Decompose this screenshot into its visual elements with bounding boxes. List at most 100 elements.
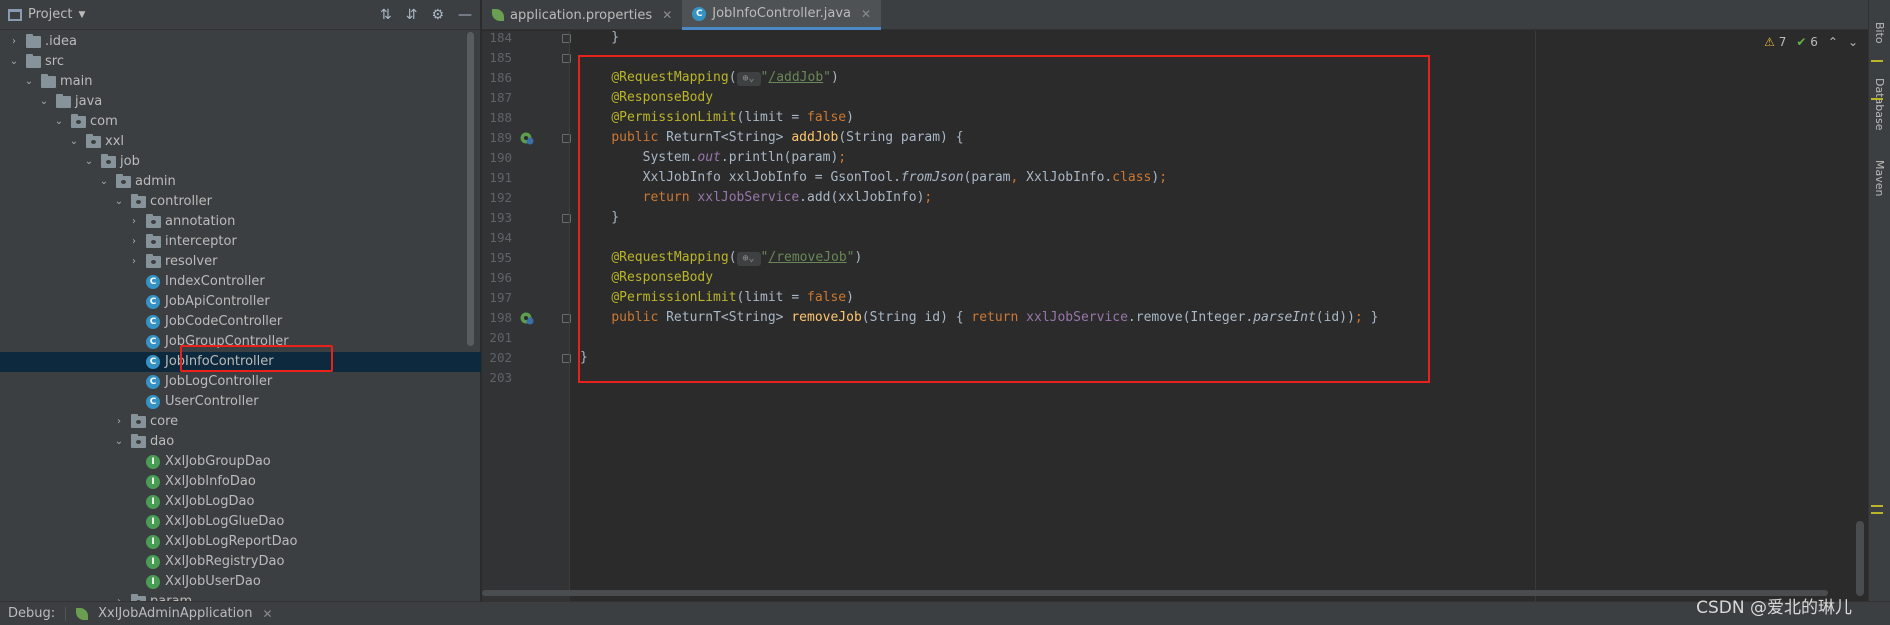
chevron-right-icon[interactable]: › — [128, 212, 140, 232]
line-number: 195 — [489, 250, 512, 265]
chevron-right-icon[interactable]: › — [113, 592, 125, 601]
tree-item-label: XxlJobLogGlueDao — [165, 514, 285, 529]
tree-folder-item[interactable]: › annotation — [0, 212, 481, 232]
tree-file-item[interactable]: C IndexController — [0, 272, 481, 292]
tab-jobinfocontroller[interactable]: C JobInfoController.java ✕ — [682, 0, 882, 30]
tree-folder-item[interactable]: › param — [0, 592, 481, 601]
close-icon[interactable]: ✕ — [662, 8, 672, 22]
expand-all-icon[interactable]: ⇅ — [380, 7, 392, 23]
tree-file-item[interactable]: C UserController — [0, 392, 481, 412]
class-icon: C — [692, 6, 707, 21]
tree-file-item[interactable]: I XxlJobInfoDao — [0, 472, 481, 492]
tree-file-item[interactable]: I XxlJobLogReportDao — [0, 532, 481, 552]
hide-panel-icon[interactable]: — — [458, 7, 472, 23]
error-stripe-mark[interactable] — [1871, 505, 1883, 507]
error-stripe-mark[interactable] — [1871, 60, 1883, 62]
interface-icon: I — [146, 495, 160, 509]
chevron-down-icon[interactable]: ⌄ — [23, 72, 35, 92]
tree-folder-item[interactable]: › resolver — [0, 252, 481, 272]
collapse-all-icon[interactable]: ⇵ — [406, 7, 418, 23]
chevron-down-icon[interactable]: ⌄ — [53, 112, 65, 132]
chevron-down-icon[interactable]: ⌄ — [1848, 35, 1858, 49]
package-icon — [116, 174, 131, 188]
project-view-selector[interactable]: Project ▼ — [8, 7, 85, 22]
tree-file-item[interactable]: I XxlJobLogGlueDao — [0, 512, 481, 532]
tree-file-item[interactable]: C JobLogController — [0, 372, 481, 392]
package-icon — [86, 134, 101, 148]
editor-horizontal-scrollbar[interactable] — [482, 590, 1828, 596]
chevron-down-icon[interactable]: ⌄ — [8, 52, 20, 72]
code-line[interactable]: } — [580, 31, 1868, 48]
tree-folder-item[interactable]: › .idea — [0, 32, 481, 52]
tab-application-properties[interactable]: application.properties ✕ — [482, 0, 682, 30]
project-tree-scrollbar[interactable] — [467, 32, 474, 346]
debug-bar: Debug: XxlJobAdminApplication ✕ — [0, 601, 1890, 625]
tree-item-label: main — [60, 74, 93, 89]
tree-file-item[interactable]: C JobCodeController — [0, 312, 481, 332]
tree-folder-item[interactable]: ⌄ java — [0, 92, 481, 112]
error-stripe-mark[interactable] — [1871, 98, 1883, 100]
tree-file-item[interactable]: I XxlJobGroupDao — [0, 452, 481, 472]
project-panel: Project ▼ ⇅ ⇵ ⚙ — › .idea ⌄ src ⌄ main ⌄ java ⌄ c… — [0, 0, 481, 601]
line-number: 203 — [489, 370, 512, 385]
tree-item-label: src — [45, 54, 64, 69]
package-icon — [101, 154, 116, 168]
tree-folder-item[interactable]: ⌄ admin — [0, 172, 481, 192]
chevron-up-icon[interactable]: ⌃ — [1828, 35, 1838, 49]
tool-window-bito[interactable]: Bito — [1873, 22, 1886, 44]
close-icon[interactable]: ✕ — [262, 607, 272, 621]
tree-item-label: xxl — [105, 134, 124, 149]
line-number: 196 — [489, 270, 512, 285]
inspection-widget[interactable]: ⚠ 7 ✔ 6 ⌃ ⌄ — [1764, 35, 1858, 49]
tree-folder-item[interactable]: ⌄ dao — [0, 432, 481, 452]
chevron-down-icon[interactable]: ⌄ — [38, 92, 50, 112]
interface-icon: I — [146, 575, 160, 589]
line-number: 188 — [489, 110, 512, 125]
editor-tabs: application.properties ✕ C JobInfoContro… — [482, 0, 1890, 30]
tree-item-label: resolver — [165, 254, 218, 269]
divider — [65, 606, 67, 621]
class-icon: C — [146, 275, 160, 289]
chevron-right-icon[interactable]: › — [128, 252, 140, 272]
chevron-down-icon[interactable]: ⌄ — [98, 172, 110, 192]
tree-file-item[interactable]: I XxlJobUserDao — [0, 572, 481, 592]
tool-window-database[interactable]: Database — [1873, 78, 1886, 131]
tree-folder-item[interactable]: ⌄ xxl — [0, 132, 481, 152]
tree-file-item[interactable]: C JobApiController — [0, 292, 481, 312]
chevron-down-icon[interactable]: ⌄ — [113, 432, 125, 452]
line-number: 184 — [489, 31, 512, 45]
tree-item-label: java — [75, 94, 103, 109]
tree-folder-item[interactable]: ⌄ src — [0, 52, 481, 72]
tree-file-item[interactable]: I XxlJobRegistryDao — [0, 552, 481, 572]
tree-folder-item[interactable]: › interceptor — [0, 232, 481, 252]
tree-item-label: XxlJobLogReportDao — [165, 534, 298, 549]
tree-folder-item[interactable]: ⌄ controller — [0, 192, 481, 212]
code-editor[interactable]: 184 185 186 187 188 189 190 191 192 193 194 195 196 1… — [482, 31, 1868, 601]
close-icon[interactable]: ✕ — [861, 7, 871, 21]
folder-icon — [41, 74, 56, 88]
chevron-down-icon[interactable]: ⌄ — [83, 152, 95, 172]
gear-icon[interactable]: ⚙ — [431, 7, 444, 23]
tree-folder-item[interactable]: ⌄ job — [0, 152, 481, 172]
chevron-right-icon[interactable]: › — [8, 32, 20, 52]
tree-folder-item[interactable]: ⌄ main — [0, 72, 481, 92]
chevron-down-icon[interactable]: ⌄ — [113, 192, 125, 212]
interface-icon: I — [146, 535, 160, 549]
chevron-right-icon[interactable]: › — [113, 412, 125, 432]
spring-bean-gutter-icon[interactable] — [520, 311, 534, 325]
selection-highlight-box — [180, 345, 333, 372]
spring-bean-gutter-icon[interactable] — [520, 131, 534, 145]
tree-folder-item[interactable]: › core — [0, 412, 481, 432]
chevron-down-icon[interactable]: ⌄ — [68, 132, 80, 152]
debug-config-tab[interactable]: XxlJobAdminApplication — [98, 606, 252, 621]
chevron-down-icon: ▼ — [78, 9, 86, 20]
line-number: 190 — [489, 150, 512, 165]
tool-window-maven[interactable]: Maven — [1873, 160, 1886, 196]
editor-vertical-scrollbar[interactable] — [1856, 521, 1864, 596]
tree-file-item[interactable]: I XxlJobLogDao — [0, 492, 481, 512]
tree-folder-item[interactable]: ⌄ com — [0, 112, 481, 132]
line-number: 192 — [489, 190, 512, 205]
project-panel-header: Project ▼ ⇅ ⇵ ⚙ — — [0, 0, 480, 30]
chevron-right-icon[interactable]: › — [128, 232, 140, 252]
error-stripe-mark[interactable] — [1871, 512, 1883, 514]
